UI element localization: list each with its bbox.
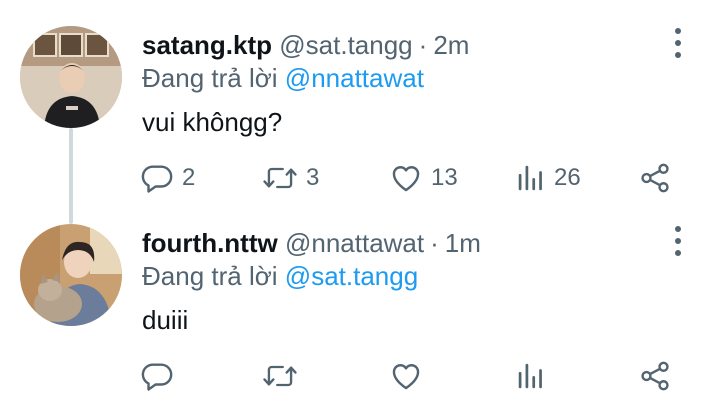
like-button[interactable] bbox=[389, 358, 431, 394]
user-photo-icon bbox=[20, 26, 122, 128]
tweet-actions: 2 3 13 26 bbox=[0, 160, 720, 196]
replying-to: Đang trả lời @sat.tangg bbox=[142, 259, 418, 293]
reply-button[interactable]: 2 bbox=[140, 160, 195, 196]
replying-to-mention[interactable]: @sat.tangg bbox=[285, 261, 418, 291]
timestamp[interactable]: 2m bbox=[433, 30, 469, 60]
share-button[interactable] bbox=[638, 358, 672, 394]
like-button[interactable]: 13 bbox=[389, 160, 458, 196]
share-button[interactable] bbox=[638, 160, 672, 196]
display-name[interactable]: fourth.nttw bbox=[142, 228, 278, 258]
tweet-actions bbox=[0, 358, 720, 394]
tweet-text: duiii bbox=[142, 305, 189, 335]
retweet-icon bbox=[263, 365, 297, 387]
heart-icon bbox=[392, 166, 420, 192]
views-button[interactable] bbox=[516, 358, 554, 394]
retweet-button[interactable]: 3 bbox=[262, 160, 319, 196]
reply-icon bbox=[141, 165, 173, 193]
views-count: 26 bbox=[554, 164, 581, 191]
views-icon bbox=[518, 363, 542, 389]
separator-dot: · bbox=[430, 228, 439, 258]
replying-to-label: Đang trả lời bbox=[142, 261, 278, 291]
more-icon[interactable] bbox=[670, 226, 686, 256]
share-icon bbox=[641, 361, 669, 391]
replying-to-label: Đang trả lời bbox=[142, 63, 278, 93]
avatar[interactable] bbox=[20, 224, 122, 326]
views-icon bbox=[518, 165, 542, 191]
like-count: 13 bbox=[431, 164, 458, 191]
user-handle[interactable]: @sat.tangg bbox=[279, 30, 412, 60]
display-name[interactable]: satang.ktp bbox=[142, 30, 272, 60]
retweet-count: 3 bbox=[306, 164, 320, 191]
tweet-fourth[interactable]: fourth.nttw @nnattawat · 1m Đang trả lời @… bbox=[0, 198, 720, 398]
avatar[interactable] bbox=[20, 26, 122, 128]
reply-count: 2 bbox=[182, 164, 196, 191]
retweet-button[interactable] bbox=[262, 358, 306, 394]
replying-to-mention[interactable]: @nnattawat bbox=[285, 63, 424, 93]
share-icon bbox=[641, 163, 669, 193]
retweet-icon bbox=[263, 167, 297, 189]
reply-icon bbox=[141, 363, 173, 391]
user-handle[interactable]: @nnattawat bbox=[285, 228, 424, 258]
more-icon[interactable] bbox=[670, 28, 686, 58]
heart-icon bbox=[392, 364, 420, 390]
tweet-header: satang.ktp @sat.tangg · 2m bbox=[142, 28, 469, 62]
timestamp[interactable]: 1m bbox=[445, 228, 481, 258]
user-photo-with-cat-icon bbox=[20, 224, 122, 326]
reply-button[interactable] bbox=[140, 358, 182, 394]
replying-to: Đang trả lời @nnattawat bbox=[142, 61, 424, 95]
separator-dot: · bbox=[418, 30, 428, 60]
tweet-text: vui khôngg? bbox=[142, 107, 283, 137]
tweet-header: fourth.nttw @nnattawat · 1m bbox=[142, 226, 481, 260]
views-button[interactable]: 26 bbox=[516, 160, 581, 196]
tweet-satang[interactable]: satang.ktp @sat.tangg · 2m Đang trả lời @n… bbox=[0, 0, 720, 200]
